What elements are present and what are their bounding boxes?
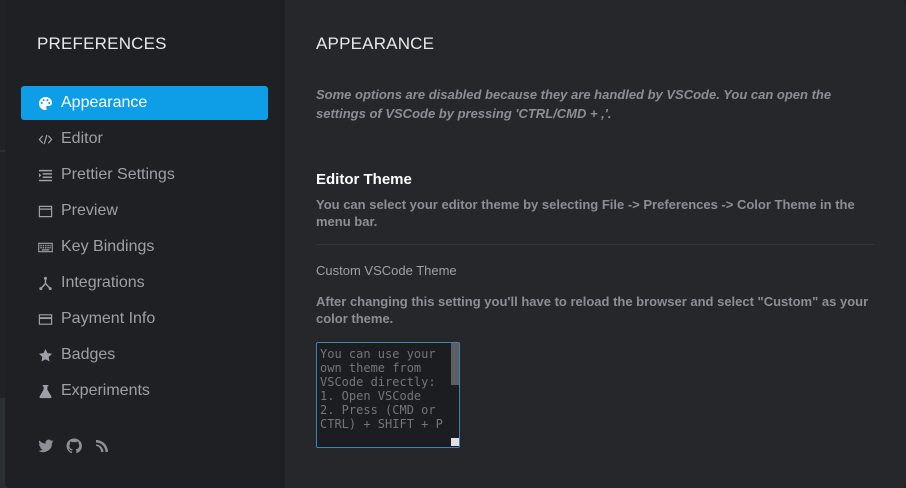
sidebar-item-label: Integrations (61, 274, 145, 291)
sidebar-item-prettier-settings[interactable]: Prettier Settings (21, 158, 268, 192)
sidebar-item-integrations[interactable]: Integrations (21, 266, 268, 300)
sidebar-item-label: Preview (61, 202, 118, 219)
editor-theme-description: You can select your editor theme by sele… (316, 197, 855, 229)
sidebar-item-label: Appearance (61, 94, 148, 111)
sidebar-item-preview[interactable]: Preview (21, 194, 268, 228)
sidebar-item-label: Editor (61, 130, 103, 147)
sidebar-item-key-bindings[interactable]: Key Bindings (21, 230, 268, 264)
format-list-icon (37, 167, 53, 183)
custom-theme-description: After changing this setting you'll have … (316, 294, 869, 326)
custom-theme-textarea[interactable] (316, 342, 460, 448)
browser-window-icon (37, 203, 53, 219)
code-icon (37, 131, 53, 147)
spectrum-icon[interactable] (94, 438, 110, 454)
editor-theme-title: Editor Theme (316, 171, 412, 188)
sidebar-item-experiments[interactable]: Experiments (21, 374, 268, 408)
sidebar-item-label: Experiments (61, 382, 150, 399)
sidebar-item-label: Key Bindings (61, 238, 155, 255)
sidebar-title: PREFERENCES (37, 34, 167, 53)
preferences-content: APPEARANCE Some options are disabled bec… (285, 0, 906, 488)
github-icon[interactable] (66, 438, 82, 454)
sidebar-item-label: Badges (61, 346, 116, 363)
vscode-notice: Some options are disabled because they a… (316, 87, 832, 121)
sidebar-item-label: Payment Info (61, 310, 156, 327)
page-title: APPEARANCE (316, 34, 435, 53)
twitter-icon[interactable] (38, 438, 54, 454)
textarea-scrollbar[interactable] (451, 343, 459, 385)
custom-theme-label: Custom VSCode Theme (316, 263, 457, 278)
flask-icon (37, 383, 53, 399)
sidebar-item-payment-info[interactable]: Payment Info (21, 302, 268, 336)
social-links (38, 438, 110, 454)
palette-icon (37, 95, 53, 111)
preferences-nav: Appearance Editor Prettier Settings Prev… (21, 86, 268, 410)
textarea-resize-handle[interactable] (451, 438, 459, 446)
sidebar-item-appearance[interactable]: Appearance (21, 86, 268, 120)
preferences-sidebar: PREFERENCES Appearance Editor Prettier S… (5, 0, 285, 488)
preferences-modal: PREFERENCES Appearance Editor Prettier S… (5, 0, 906, 488)
credit-card-icon (37, 311, 53, 327)
section-divider (316, 244, 874, 245)
keyboard-icon (37, 239, 53, 255)
branch-icon (37, 275, 53, 291)
sidebar-item-badges[interactable]: Badges (21, 338, 268, 372)
sidebar-item-editor[interactable]: Editor (21, 122, 268, 156)
star-icon (37, 347, 53, 363)
sidebar-item-label: Prettier Settings (61, 166, 175, 183)
